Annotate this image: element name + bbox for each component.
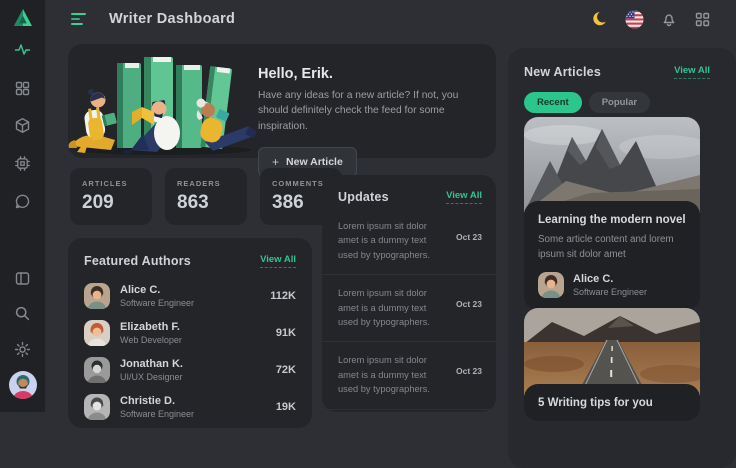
article-author-role: Software Engineer <box>573 287 647 297</box>
author-row[interactable]: Christie D. Software Engineer 19K <box>68 394 312 420</box>
article-author-name: Alice C. <box>573 273 647 285</box>
featured-authors-card: Featured Authors View All Alice C. Softwa… <box>68 238 312 428</box>
author-role: Software Engineer <box>120 409 276 419</box>
mountain-peaks-image <box>524 117 700 213</box>
stat-value: 209 <box>82 192 152 214</box>
new-articles-panel: New Articles View All Recent Popular Lea… <box>508 48 736 468</box>
author-row[interactable]: Jonathan K. UI/UX Designer 72K <box>68 357 312 383</box>
author-avatar <box>84 357 110 383</box>
update-date: Oct 23 <box>456 366 482 376</box>
author-role: UI/UX Designer <box>120 372 276 382</box>
activity-icon[interactable] <box>14 40 32 58</box>
settings-gear-icon[interactable] <box>14 340 32 358</box>
stat-label: READERS <box>177 179 247 188</box>
author-name: Christie D. <box>120 395 276 407</box>
author-avatar <box>84 283 110 309</box>
stat-articles: ARTICLES 209 <box>70 168 152 225</box>
tab-recent[interactable]: Recent <box>524 92 582 113</box>
updates-view-all-link[interactable]: View All <box>446 190 482 204</box>
update-item[interactable]: Lorem ipsum sit dolor amet is a dummy te… <box>322 208 496 275</box>
stats-row: ARTICLES 209 READERS 863 COMMENTS 386 <box>70 168 342 225</box>
page-title: Writer Dashboard <box>109 11 235 27</box>
featured-authors-title: Featured Authors <box>84 254 191 268</box>
woman-left <box>69 89 117 153</box>
us-flag-icon[interactable] <box>625 10 644 29</box>
articles-tabs: Recent Popular <box>524 92 736 113</box>
menu-hamburger-icon[interactable] <box>71 12 88 26</box>
article-author-avatar <box>538 272 564 298</box>
author-role: Web Developer <box>120 335 276 345</box>
hero-message: Have any ideas for a new article? If not… <box>258 88 486 134</box>
author-count: 19K <box>276 401 296 413</box>
user-avatar[interactable] <box>9 371 37 399</box>
author-row[interactable]: Alice C. Software Engineer 112K <box>68 283 312 309</box>
update-date: Oct 23 <box>456 232 482 242</box>
author-name: Alice C. <box>120 284 270 296</box>
header-actions <box>591 0 712 38</box>
chat-icon[interactable] <box>14 192 32 210</box>
stat-readers: READERS 863 <box>165 168 247 225</box>
reading-people-illustration <box>55 50 259 156</box>
author-role: Software Engineer <box>120 298 270 308</box>
updates-card: Updates View All Lorem ipsum sit dolor a… <box>322 175 496 412</box>
article-card[interactable]: 5 Writing tips for you <box>524 308 700 421</box>
author-name: Elizabeth F. <box>120 321 276 333</box>
update-text: Lorem ipsum sit dolor amet is a dummy te… <box>338 286 456 329</box>
stat-value: 863 <box>177 192 247 214</box>
update-text: Lorem ipsum sit dolor amet is a dummy te… <box>338 353 456 396</box>
update-text: Lorem ipsum sit dolor amet is a dummy te… <box>338 219 456 262</box>
desert-road-image <box>524 308 700 396</box>
author-row[interactable]: Elizabeth F. Web Developer 91K <box>68 320 312 346</box>
author-avatar <box>84 320 110 346</box>
top-header: Writer Dashboard <box>45 0 736 38</box>
updates-title: Updates <box>338 190 389 204</box>
cpu-icon[interactable] <box>14 154 32 172</box>
update-item[interactable]: Lorem ipsum sit dolor amet is a dummy te… <box>322 342 496 409</box>
new-articles-view-all-link[interactable]: View All <box>674 65 710 79</box>
article-title: Learning the modern novel <box>538 214 686 226</box>
article-title: 5 Writing tips for you <box>538 397 686 409</box>
update-date: Oct 23 <box>456 299 482 309</box>
author-name: Jonathan K. <box>120 358 276 370</box>
stat-label: ARTICLES <box>82 179 152 188</box>
package-icon[interactable] <box>14 116 32 134</box>
search-icon[interactable] <box>14 304 32 322</box>
author-avatar <box>84 394 110 420</box>
dashboard-grid-icon[interactable] <box>14 79 32 97</box>
article-excerpt: Some article content and lorem ipsum sit… <box>538 233 686 262</box>
hero-greeting: Hello, Erik. <box>258 66 486 82</box>
bell-icon[interactable] <box>659 10 678 29</box>
reader-icon[interactable] <box>14 269 32 287</box>
author-count: 91K <box>276 327 296 339</box>
featured-authors-view-all-link[interactable]: View All <box>260 254 296 268</box>
author-count: 112K <box>270 290 296 302</box>
update-item[interactable]: Lorem ipsum sit dolor amet is a dummy te… <box>322 275 496 342</box>
tab-popular[interactable]: Popular <box>589 92 650 113</box>
author-count: 72K <box>276 364 296 376</box>
moon-icon[interactable] <box>591 10 610 29</box>
sidebar <box>0 0 45 412</box>
article-card[interactable]: Learning the modern novel Some article c… <box>524 117 700 310</box>
hero-card: Hello, Erik. Have any ideas for a new ar… <box>68 44 496 158</box>
apps-grid-icon[interactable] <box>693 10 712 29</box>
article-author: Alice C. Software Engineer <box>538 272 686 298</box>
new-article-button-label: New Article <box>286 156 343 168</box>
logo-icon[interactable] <box>12 8 34 28</box>
new-articles-title: New Articles <box>524 65 601 79</box>
